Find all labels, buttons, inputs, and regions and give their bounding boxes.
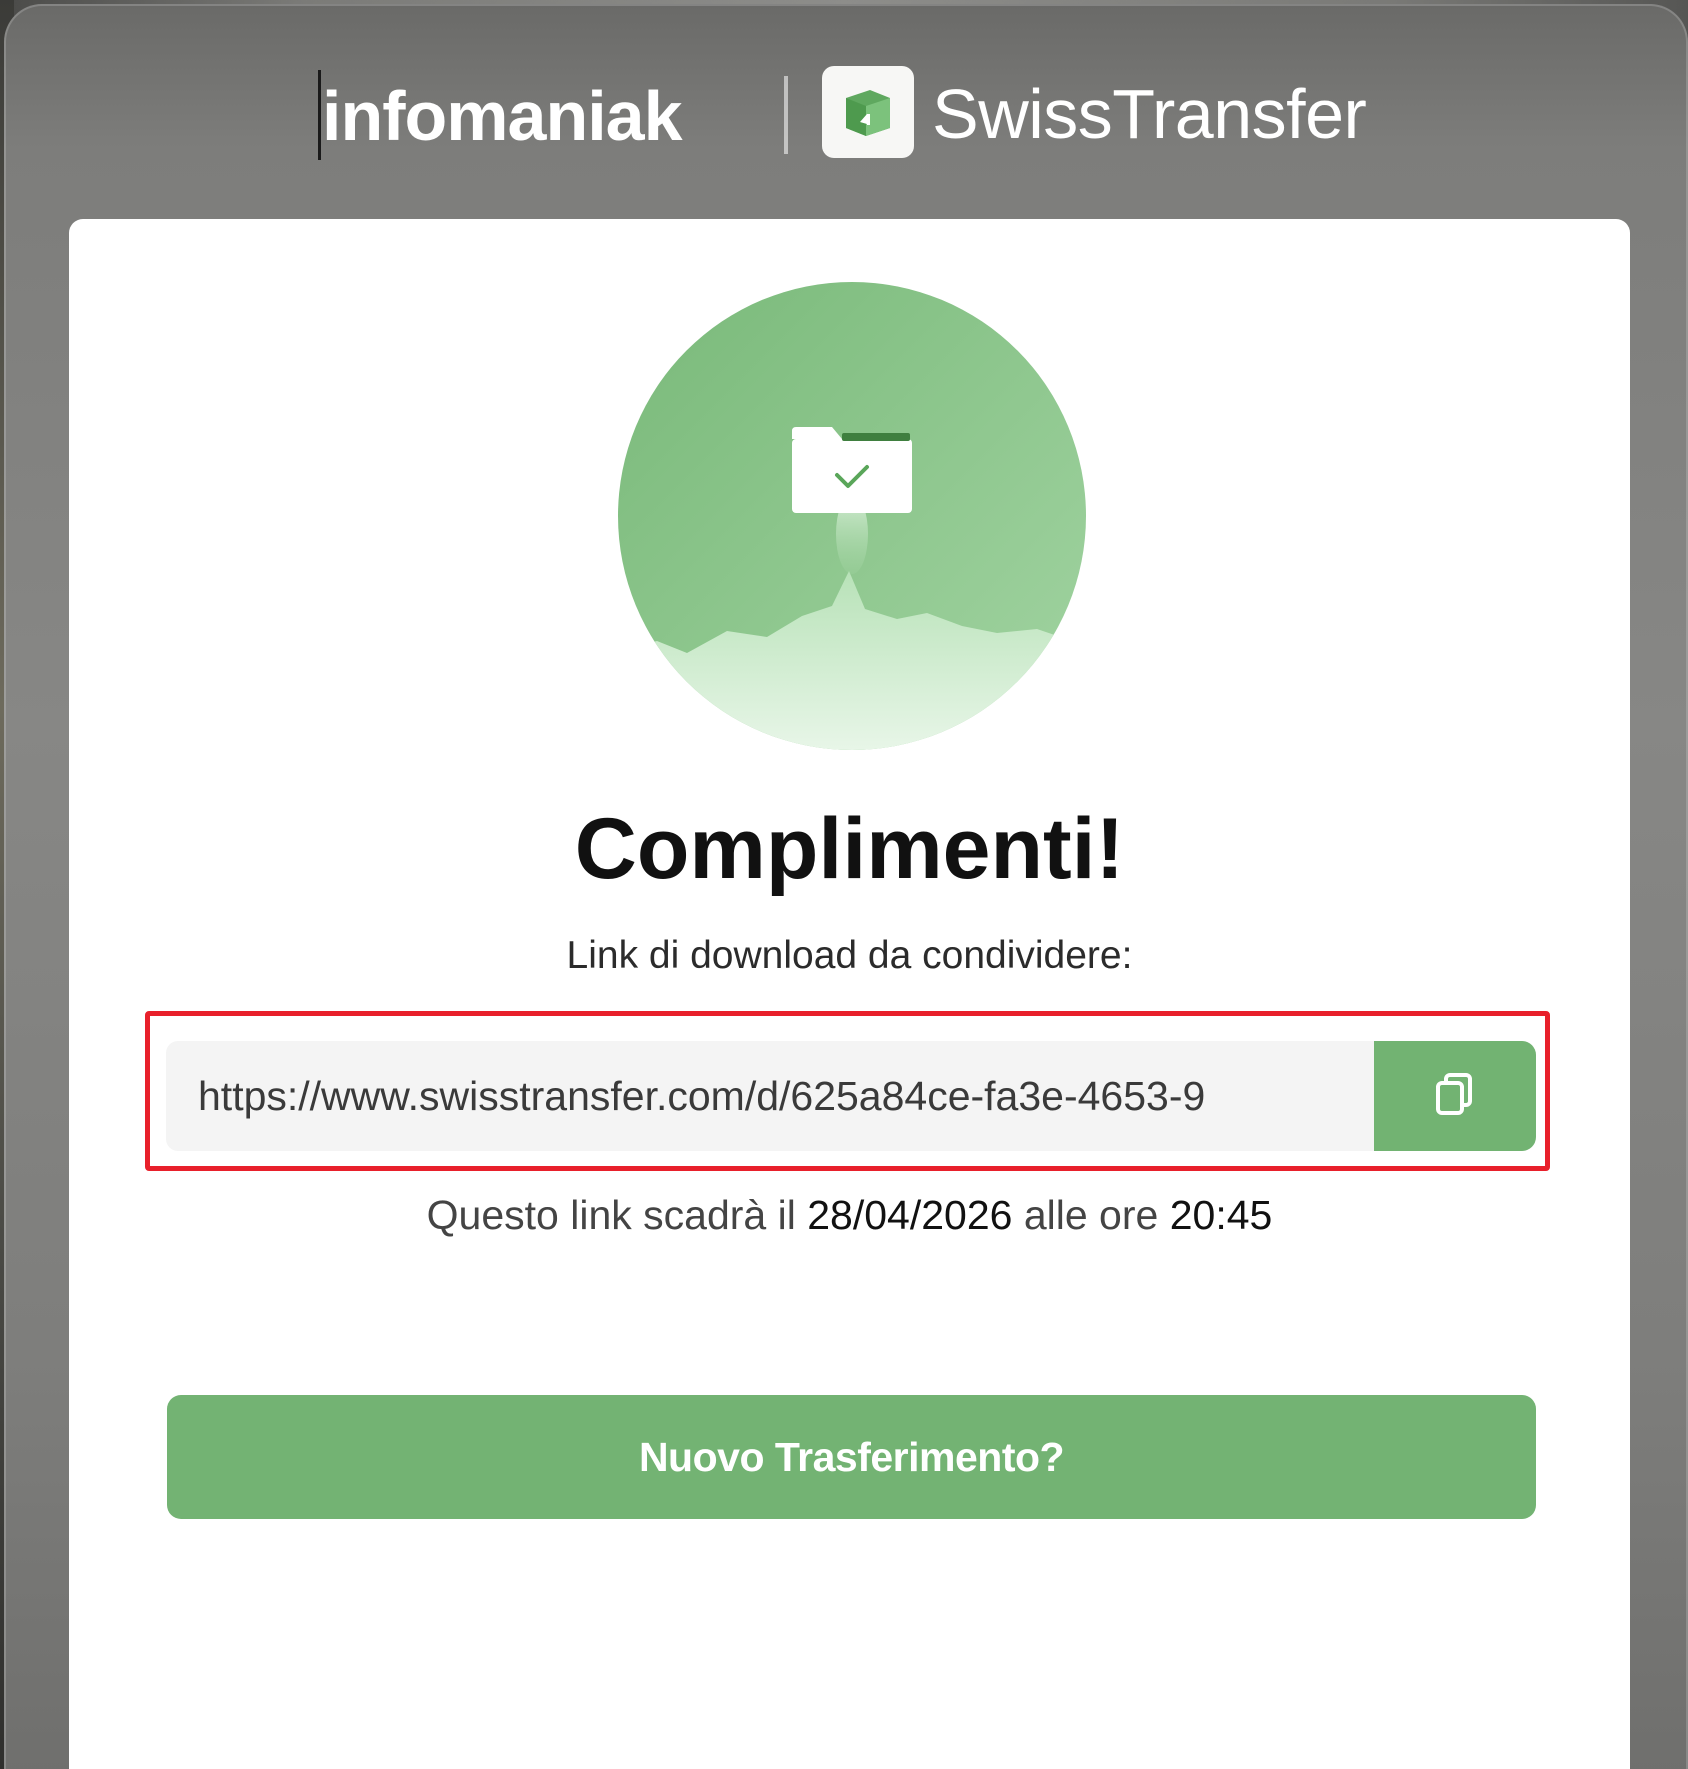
share-link-label: Link di download da condividere: <box>566 934 1133 977</box>
expiry-middle: alle ore <box>1023 1192 1159 1238</box>
download-link-field[interactable] <box>166 1041 1374 1151</box>
brand-divider <box>784 76 788 154</box>
expiry-date: 28/04/2026 <box>807 1192 1013 1238</box>
expiry-notice: Questo link scadrà il 28/04/2026 alle or… <box>69 1189 1630 1241</box>
brand-swisstransfer: SwissTransfer <box>932 75 1367 153</box>
page-title: Complimenti! <box>574 801 1125 897</box>
new-transfer-button[interactable]: Nuovo Trasferimento? <box>167 1395 1536 1519</box>
copy-icon <box>1430 1069 1480 1124</box>
expiry-time: 20:45 <box>1169 1192 1273 1238</box>
download-link-input[interactable] <box>198 1072 1344 1120</box>
app-window: infomaniak SwissTransfer Complimenti! Li… <box>4 4 1688 1769</box>
folder-rocket-check-icon <box>617 281 1087 751</box>
text-cursor <box>318 70 321 160</box>
copy-link-button[interactable] <box>1374 1041 1536 1151</box>
brand-header: infomaniak SwissTransfer <box>4 4 1688 222</box>
success-card: Complimenti! Link di download da condivi… <box>69 219 1630 1769</box>
expiry-prefix: Questo link scadrà il <box>426 1192 796 1238</box>
swisstransfer-logo-icon <box>822 66 914 158</box>
brand-infomaniak: infomaniak <box>322 77 683 155</box>
